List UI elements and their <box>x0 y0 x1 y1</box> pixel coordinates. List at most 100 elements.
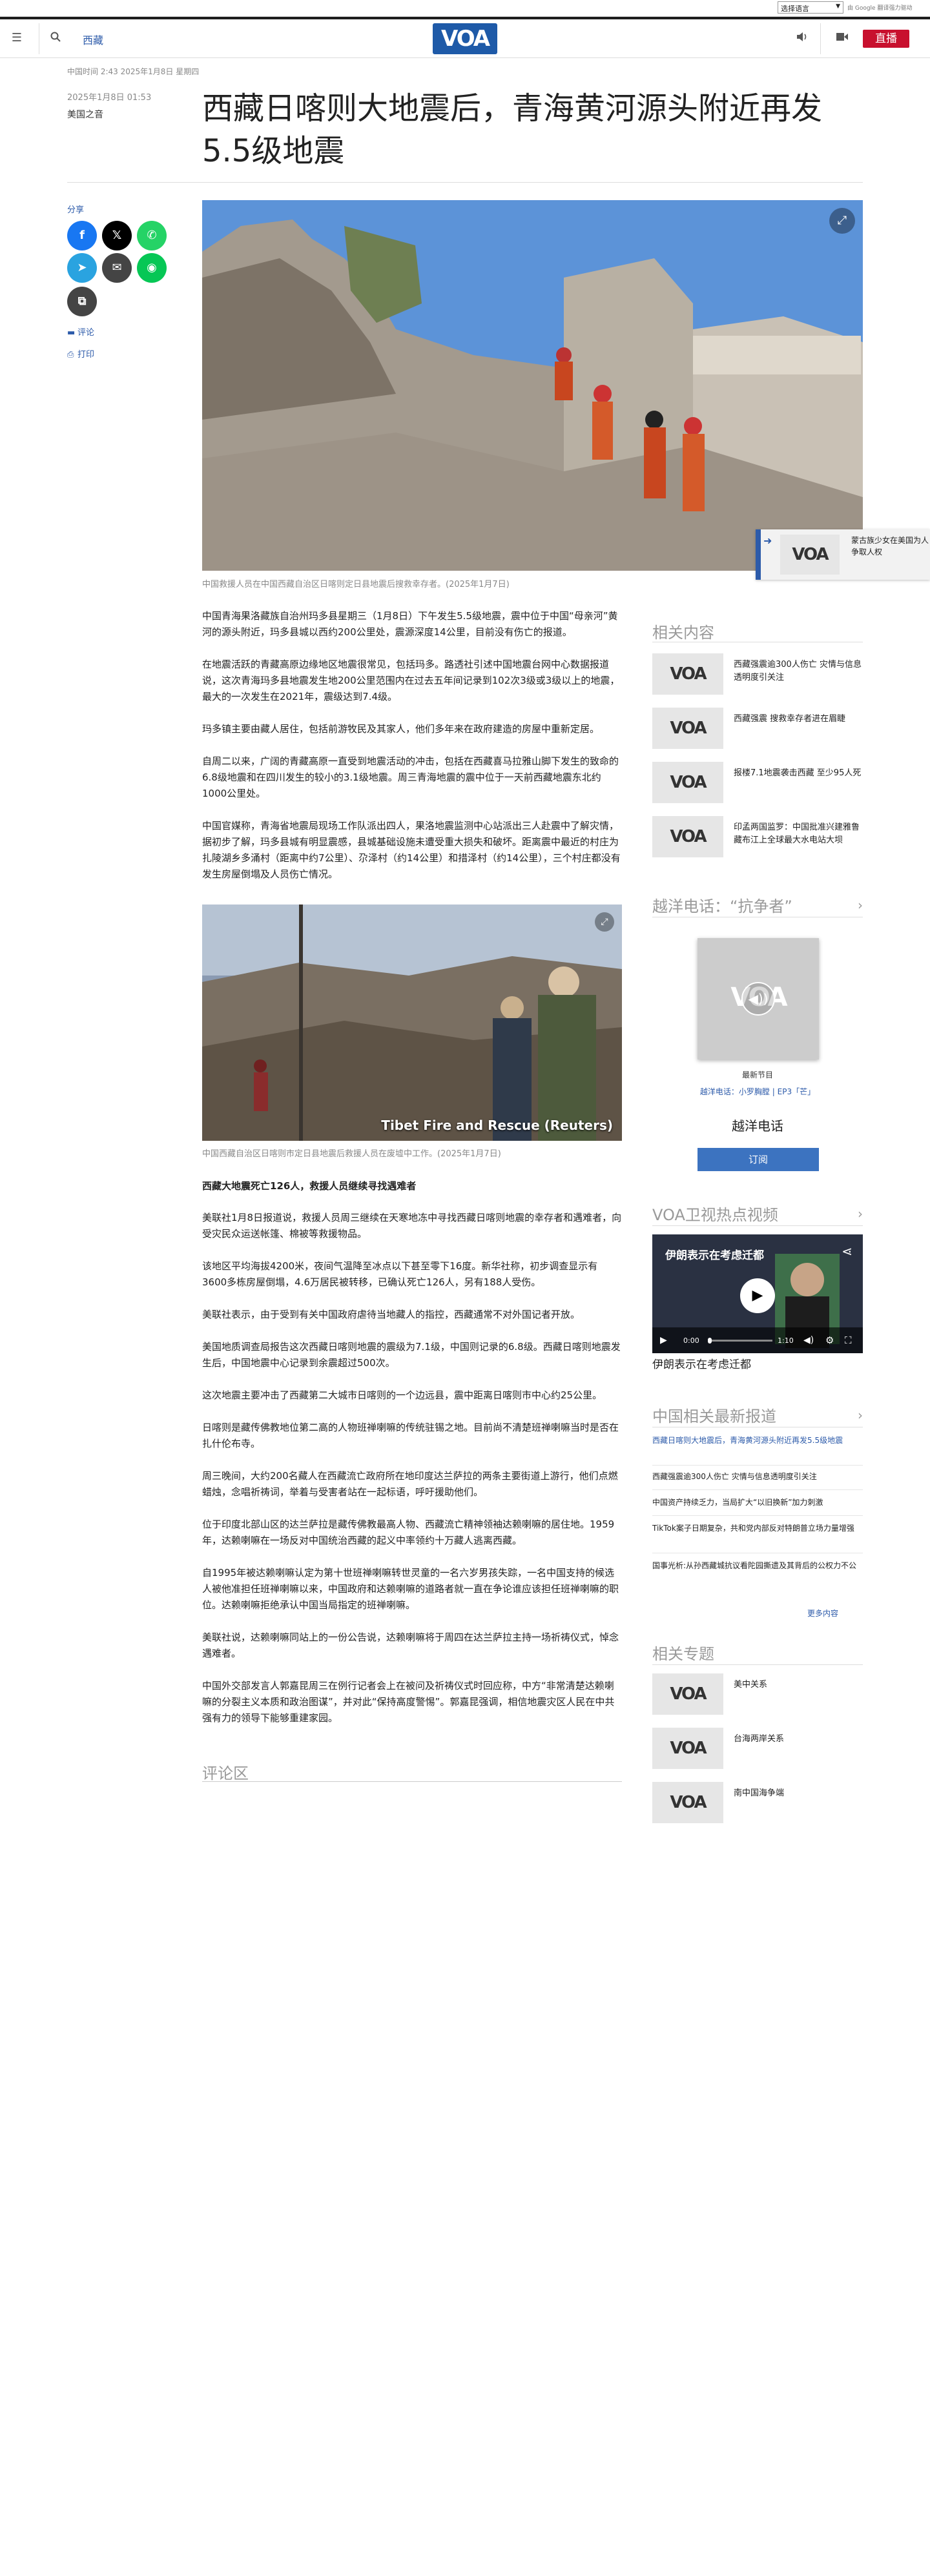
hero-image: ⤢ <box>202 200 863 571</box>
email-share-icon[interactable]: ✉ <box>102 253 132 283</box>
language-select[interactable]: 选择语言 ▼ <box>778 1 843 14</box>
article-title: 西藏日喀则大地震后，青海黄河源头附近再发5.5级地震 <box>202 90 823 169</box>
news-item[interactable]: 西藏强震逾300人伤亡 灾情与信息透明度引关注 <box>652 1471 863 1490</box>
video-caption[interactable]: 伊朗表示在考虑迁都 <box>652 1358 863 1371</box>
comments-link-label: 评论 <box>78 328 95 338</box>
article-paragraph: 日喀则是藏传佛教地位第二高的人物班禅喇嘛的传统驻锡之地。目前尚不清楚班禅喇嘛当时… <box>202 1422 619 1449</box>
video-player[interactable]: 伊朗表示在考虑迁都 ⋖ ▶ ▶ 0:00 1:10 ◀) ⚙ ⛶ <box>652 1234 863 1353</box>
related-item[interactable]: VOA 西藏强震逾300人伤亡 灾情与信息透明度引关注 <box>652 653 863 695</box>
topic-thumbnail: VOA <box>652 1782 723 1823</box>
news-item[interactable]: 国事光析:从孙西藏城抗议看陀园撕遗及其背后的公权力不公 <box>652 1560 863 1591</box>
section-subhead: 西藏大地震死亡126人，救援人员继续寻找遇难者 <box>202 1180 417 1192</box>
comments-link[interactable]: ▬ 评论 <box>67 325 94 338</box>
radio-play-icon[interactable]: ◀)) <box>741 982 775 1016</box>
article-body-part1: 中国青海果洛藏族自治州玛多县星期三（1月8日）下午发生5.5级地震，震中位于中国… <box>202 608 622 899</box>
fullscreen-icon[interactable]: ⛶ <box>845 1334 852 1346</box>
chevron-right-icon: › <box>858 1206 863 1222</box>
article-paragraph: 美联社说，达赖喇嘛同站上的一份公告说，达赖喇嘛将于周四在达兰萨拉主持一场祈祷仪式… <box>202 1631 619 1659</box>
search-icon[interactable] <box>49 32 62 45</box>
radio-heading[interactable]: 越洋电话：“抗争者” › <box>652 894 863 916</box>
facebook-share-icon[interactable]: f <box>67 221 97 250</box>
chevron-right-icon: › <box>858 1407 863 1423</box>
related-item[interactable]: VOA 西藏强震 搜救幸存者进在眉睫 <box>652 708 863 749</box>
article-paragraph: 中国官媒称，青海省地震局现场工作队派出四人，果洛地震监测中心站派出三人赴震中了解… <box>202 820 621 880</box>
china-news-heading-label: 中国相关最新报道 <box>652 1407 776 1426</box>
topic-title: 南中国海争端 <box>734 1788 785 1798</box>
article-meta: 中国时间 2:43 2025年1月8日 星期四 <box>67 67 200 76</box>
article-paragraph: 位于印度北部山区的达兰萨拉是藏传佛教最高人物、西藏流亡精神领袖达赖喇嘛的居住地。… <box>202 1518 615 1546</box>
related-title: 西藏强震逾300人伤亡 灾情与信息透明度引关注 <box>734 660 862 682</box>
topic-item[interactable]: VOA 美中关系 <box>652 1673 863 1715</box>
topic-thumbnail: VOA <box>652 1728 723 1769</box>
article-paragraph: 美联社1月8日报道说，救援人员周三继续在天寒地冻中寻找西藏日喀则地震的幸存者和遇… <box>202 1212 622 1240</box>
float-thumbnail: VOA <box>780 535 840 575</box>
article-paragraph: 中国外交部发言人郭嘉昆周三在例行记者会上在被问及祈祷仪式时回应称，中方“非常清楚… <box>202 1680 615 1724</box>
article-paragraph: 玛多镇主要由藏人居住，包括前游牧民及其家人，他们多年来在政府建造的房屋中重新定居… <box>202 723 600 735</box>
top-strip: 选择语言 ▼ 由 Google 翻译强力驱动 <box>0 0 930 17</box>
print-link[interactable]: ⎙ 打印 <box>67 347 94 360</box>
whatsapp-share-icon[interactable]: ✆ <box>137 221 167 250</box>
volume-icon[interactable]: ◀) <box>803 1335 814 1345</box>
topic-title: 台海两岸关系 <box>734 1734 785 1744</box>
article-byline[interactable]: 美国之音 <box>67 108 103 121</box>
radio-program-art[interactable]: VOA ◀)) <box>698 938 819 1059</box>
subscribe-button[interactable]: 订阅 <box>698 1148 819 1171</box>
related-title: 报楼7.1地震袭击西藏 至少95人死 <box>734 768 862 778</box>
share-icon[interactable]: ⋖ <box>842 1243 852 1259</box>
live-button[interactable]: 直播 <box>863 30 909 48</box>
china-news-heading[interactable]: 中国相关最新报道 › <box>652 1404 863 1426</box>
radio-name: 越洋电话 <box>732 1118 783 1134</box>
inline-photo <box>202 905 622 1141</box>
menu-icon[interactable]: ☰ <box>10 32 23 45</box>
comments-divider <box>202 1781 622 1782</box>
copy-link-icon[interactable]: ⧉ <box>67 287 97 316</box>
language-select-label: 选择语言 <box>781 5 809 13</box>
video-time-start: 0:00 <box>683 1336 699 1345</box>
article-paragraph: 美国地质调查局报告这次西藏日喀则地震的震级为7.1级，中国则记录的6.8级。西藏… <box>202 1341 621 1369</box>
audio-icon[interactable] <box>796 32 809 45</box>
video-heading[interactable]: VOA卫视热点视频 › <box>652 1202 863 1225</box>
site-header: ☰ 西藏 VOA 直播 <box>0 19 930 58</box>
inline-image: Tibet Fire and Rescue (Reuters) ⤢ <box>202 905 622 1141</box>
inline-caption: 中国西藏自治区日喀则市定日县地震后救援人员在废墟中工作。(2025年1月7日) <box>202 1149 501 1159</box>
topic-thumbnail: VOA <box>652 1673 723 1715</box>
line-share-icon[interactable]: ◉ <box>137 253 167 283</box>
floating-related-card[interactable]: ➜ VOA 蒙古族少女在美国为人争取人权 <box>756 529 930 580</box>
news-item[interactable]: TikTok案子日期复杂，共和党内部反对特朗普立场力量增强 <box>652 1522 863 1553</box>
printer-icon: ⎙ <box>67 350 74 360</box>
topic-item[interactable]: VOA 南中国海争端 <box>652 1782 863 1823</box>
article-paragraph: 中国青海果洛藏族自治州玛多县星期三（1月8日）下午发生5.5级地震，震中位于中国… <box>202 610 618 638</box>
header-divider-right <box>820 23 821 54</box>
radio-episode[interactable]: 越洋电话：小罗胸膛 | EP3「芒」 <box>652 1086 863 1097</box>
video-icon[interactable] <box>836 32 849 45</box>
arrow-right-icon: ➜ <box>763 535 772 547</box>
voa-logo[interactable]: VOA <box>433 23 497 54</box>
expand-icon[interactable]: ⤢ <box>595 912 614 932</box>
news-item[interactable]: 西藏日喀则大地震后，青海黄河源头附近再发5.5级地震 <box>652 1435 863 1466</box>
play-small-icon[interactable]: ▶ <box>660 1335 667 1345</box>
article-paragraph: 自周二以来，广阔的青藏高原一直受到地震活动的冲击，包括在西藏喜马拉雅山脚下发生的… <box>202 755 619 799</box>
video-progress[interactable] <box>708 1338 772 1344</box>
more-link[interactable]: 更多内容 <box>807 1608 838 1619</box>
video-heading-label: VOA卫视热点视频 <box>652 1206 778 1224</box>
google-translate-credit[interactable]: 由 Google 翻译强力驱动 <box>847 3 912 12</box>
video-overlay-title: 伊朗表示在考虑迁都 <box>665 1249 764 1262</box>
topics-divider <box>652 1664 863 1665</box>
x-share-icon[interactable]: 𝕏 <box>102 221 132 250</box>
video-controls: ▶ 0:00 1:10 ◀) ⚙ ⛶ <box>652 1327 863 1353</box>
related-item[interactable]: VOA 报楼7.1地震袭击西藏 至少95人死 <box>652 762 863 803</box>
play-icon[interactable]: ▶ <box>740 1278 775 1313</box>
hero-caption: 中国救援人员在中国西藏自治区日喀则定日县地震后搜救幸存者。(2025年1月7日) <box>202 580 510 589</box>
related-item[interactable]: VOA 印孟两国监罗：中国批准兴建雅鲁藏布江上全球最大水电站大坝 <box>652 816 863 857</box>
settings-icon[interactable]: ⚙ <box>825 1334 834 1346</box>
float-title: 蒙古族少女在美国为人争取人权 <box>851 536 929 557</box>
topic-item[interactable]: VOA 台海两岸关系 <box>652 1728 863 1769</box>
telegram-share-icon[interactable]: ➤ <box>67 253 97 283</box>
hero-photo <box>202 200 863 571</box>
expand-icon[interactable]: ⤢ <box>829 208 855 234</box>
related-thumbnail: VOA <box>652 708 723 749</box>
section-link[interactable]: 西藏 <box>83 32 103 47</box>
chevron-right-icon: › <box>858 897 863 913</box>
article-paragraph: 这次地震主要冲击了西藏第二大城市日喀则的一个边远县，震中距离日喀则市中心约25公… <box>202 1389 603 1401</box>
news-item[interactable]: 中国资产持续乏力，当局扩大“以旧换新”加力刺激 <box>652 1497 863 1516</box>
